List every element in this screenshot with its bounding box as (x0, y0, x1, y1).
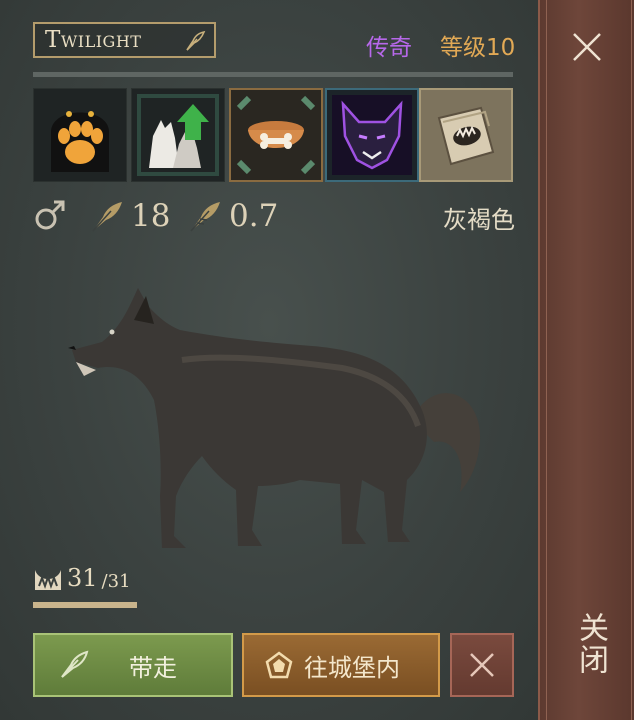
release-button[interactable] (450, 633, 514, 697)
food-bowl-icon (236, 95, 316, 175)
wolf-head-icon (332, 95, 412, 175)
wolf-upgrade-icon (137, 94, 219, 176)
skill-slot-fang-book[interactable] (419, 88, 513, 182)
stats-row: 18 0.7 灰褐色 (33, 198, 515, 238)
quill-speed-icon (190, 202, 220, 232)
food-progress-bar (33, 602, 137, 608)
x-icon (470, 653, 494, 677)
wolf-model-image (62, 280, 492, 559)
rarity-label: 传奇 (366, 35, 412, 61)
send-to-castle-button[interactable]: 往城堡内 (242, 633, 440, 697)
attack-stat: 18 (89, 198, 170, 234)
skill-slot-wolf-upgrade[interactable] (131, 88, 225, 182)
skill-slot-paw[interactable] (33, 88, 127, 182)
food-current: 31 (67, 564, 98, 592)
header-divider (33, 72, 513, 77)
fang-icon (35, 570, 61, 590)
paw-skill-icon (51, 111, 109, 172)
gender-stat (33, 198, 67, 232)
close-icon[interactable] (570, 30, 604, 68)
pet-name-box[interactable]: Twilight (33, 22, 216, 58)
take-button-label: 带走 (129, 653, 177, 682)
skill-slot-wolf-head[interactable] (325, 88, 419, 182)
send-to-castle-label: 往城堡内 (304, 653, 400, 682)
close-label: 关闭 (573, 612, 608, 676)
feather-icon (61, 650, 89, 678)
quill-attack-icon (92, 202, 122, 232)
skill-slot-food-bowl[interactable] (229, 88, 323, 182)
close-panel-strip[interactable]: 关闭 (538, 0, 634, 720)
pet-detail-panel: Twilight 传奇 等级10 18 0.7 灰褐色 31 /31 带走 往城… (0, 0, 538, 720)
take-button[interactable]: 带走 (33, 633, 233, 697)
food-counter: 31 /31 (33, 564, 131, 592)
fur-color-label: 灰褐色 (443, 206, 515, 234)
castle-icon (265, 651, 293, 679)
skill-bar (33, 88, 515, 182)
fang-book-icon (437, 106, 495, 166)
pet-name: Twilight (45, 27, 142, 53)
speed-stat: 0.7 (187, 198, 278, 234)
male-icon (35, 200, 65, 230)
food-max: /31 (101, 571, 131, 592)
level-label: 等级10 (440, 35, 516, 61)
attack-value: 18 (131, 198, 171, 234)
rename-feather-icon[interactable] (184, 30, 206, 58)
speed-value: 0.7 (229, 198, 279, 234)
